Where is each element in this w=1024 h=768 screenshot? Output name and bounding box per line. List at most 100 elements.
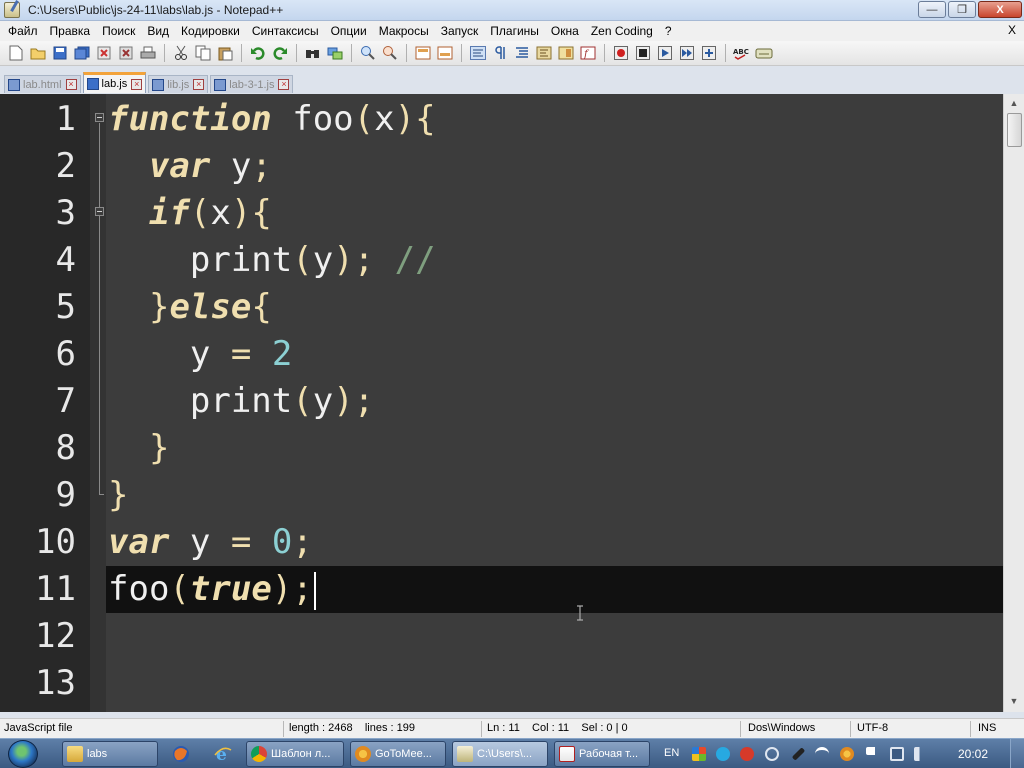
menu-plugins[interactable]: Плагины xyxy=(484,24,545,38)
start-button[interactable] xyxy=(8,740,38,768)
link-icon[interactable] xyxy=(765,747,779,761)
spell-check-auto-icon[interactable] xyxy=(754,43,774,63)
minimize-button[interactable]: — xyxy=(918,1,946,18)
scroll-up-icon[interactable]: ▲ xyxy=(1007,96,1021,110)
scroll-down-icon[interactable]: ▼ xyxy=(1007,694,1021,708)
save-icon[interactable] xyxy=(50,43,70,63)
zoom-in-icon[interactable] xyxy=(358,43,378,63)
close-document-button[interactable]: X xyxy=(1008,23,1016,37)
tab-close-icon[interactable]: × xyxy=(193,79,205,90)
word-wrap-icon[interactable] xyxy=(468,43,488,63)
user-lang-icon[interactable] xyxy=(534,43,554,63)
run-macro-multiple-icon[interactable] xyxy=(677,43,697,63)
code-line[interactable]: 6 y = 2 xyxy=(0,331,1003,378)
flag-icon[interactable] xyxy=(866,747,880,755)
replace-icon[interactable] xyxy=(325,43,345,63)
maximize-button[interactable]: ❐ xyxy=(948,1,976,18)
tab-lab-js[interactable]: lab.js × xyxy=(82,72,147,93)
menu-view[interactable]: Вид xyxy=(141,24,175,38)
code-line[interactable]: 8 } xyxy=(0,425,1003,472)
play-macro-icon[interactable] xyxy=(655,43,675,63)
monitor-icon[interactable] xyxy=(890,747,904,761)
zoom-out-icon[interactable] xyxy=(380,43,400,63)
indent-guide-icon[interactable] xyxy=(512,43,532,63)
tab-close-icon[interactable]: × xyxy=(131,78,143,90)
menu-file[interactable]: Файл xyxy=(2,24,44,38)
code-line[interactable]: 9} xyxy=(0,472,1003,519)
sync-vertical-icon[interactable] xyxy=(413,43,433,63)
taskbar-pdf[interactable]: Рабочая т... xyxy=(554,741,650,767)
print-icon[interactable] xyxy=(138,43,158,63)
spell-check-icon[interactable]: ABC xyxy=(732,43,752,63)
input-language-indicator[interactable]: EN xyxy=(664,747,679,759)
scroll-thumb[interactable] xyxy=(1007,113,1022,147)
menu-search[interactable]: Поиск xyxy=(96,24,141,38)
menu-help[interactable]: ? xyxy=(659,24,678,38)
menu-run[interactable]: Запуск xyxy=(435,24,485,38)
win-flag-icon[interactable] xyxy=(692,747,706,761)
flower-icon[interactable] xyxy=(840,747,854,761)
clock[interactable]: 20:02 xyxy=(958,747,988,761)
code-text: foo xyxy=(271,99,354,139)
save-macro-icon[interactable] xyxy=(699,43,719,63)
network-wifi-icon[interactable] xyxy=(815,747,829,761)
code-line[interactable]: 1 function foo(x){ xyxy=(0,96,1003,143)
code-line[interactable]: 13 xyxy=(0,660,1003,707)
cut-icon[interactable] xyxy=(171,43,191,63)
volume-icon[interactable] xyxy=(914,747,928,761)
code-editor[interactable]: 1 function foo(x){2 var y; 3 if(x){4 print… xyxy=(0,94,1003,712)
code-line[interactable]: 11 foo(true); xyxy=(0,566,1003,613)
menu-edit[interactable]: Правка xyxy=(44,24,97,38)
code-line[interactable]: 2 var y; xyxy=(0,143,1003,190)
ie-icon[interactable]: e xyxy=(210,741,236,767)
redo-icon[interactable] xyxy=(270,43,290,63)
function-list-icon[interactable]: f xyxy=(578,43,598,63)
copy-icon[interactable] xyxy=(193,43,213,63)
undo-icon[interactable] xyxy=(248,43,268,63)
close-all-icon[interactable] xyxy=(116,43,136,63)
paste-icon[interactable] xyxy=(215,43,235,63)
toolbar: f ABC xyxy=(0,41,1024,66)
vertical-scrollbar[interactable]: ▲ ▼ xyxy=(1003,94,1024,712)
menu-settings[interactable]: Опции xyxy=(325,24,373,38)
code-line[interactable]: 5 }else{ xyxy=(0,284,1003,331)
code-line[interactable]: 10 var y = 0; xyxy=(0,519,1003,566)
taskbar-gotomeeting[interactable]: GoToMee... xyxy=(350,741,446,767)
tab-lab-3-1-js[interactable]: lab-3-1.js × xyxy=(210,75,294,93)
tab-close-icon[interactable]: × xyxy=(278,79,290,90)
taskbar-notepadpp[interactable]: C:\Users\... xyxy=(452,741,548,767)
antivirus-icon[interactable] xyxy=(740,747,754,761)
stop-macro-icon[interactable] xyxy=(633,43,653,63)
open-file-icon[interactable] xyxy=(28,43,48,63)
code-line[interactable]: 4 print(y); // xyxy=(0,237,1003,284)
code-line[interactable]: 7 print(y); xyxy=(0,378,1003,425)
tab-close-icon[interactable]: × xyxy=(65,79,77,90)
tab-lab-html[interactable]: lab.html × xyxy=(4,75,81,93)
show-desktop-button[interactable] xyxy=(1010,739,1024,768)
record-macro-icon[interactable] xyxy=(611,43,631,63)
taskbar-labs[interactable]: labs xyxy=(62,741,158,767)
folder-icon xyxy=(67,746,83,762)
code-line[interactable]: 3 if(x){ xyxy=(0,190,1003,237)
save-all-icon[interactable] xyxy=(72,43,92,63)
code-line[interactable]: 12 xyxy=(0,613,1003,660)
find-icon[interactable] xyxy=(303,43,323,63)
new-file-icon[interactable] xyxy=(6,43,26,63)
sync-horizontal-icon[interactable] xyxy=(435,43,455,63)
firefox-icon[interactable] xyxy=(168,741,194,767)
menu-zen-coding[interactable]: Zen Coding xyxy=(585,24,659,38)
tab-lib-js[interactable]: lib.js × xyxy=(148,75,209,93)
code-content: } xyxy=(106,472,1003,519)
all-chars-icon[interactable] xyxy=(490,43,510,63)
skype-icon[interactable] xyxy=(716,747,730,761)
menu-macro[interactable]: Макросы xyxy=(373,24,435,38)
menu-encoding[interactable]: Кодировки xyxy=(175,24,246,38)
doc-map-icon[interactable] xyxy=(556,43,576,63)
close-icon[interactable] xyxy=(94,43,114,63)
taskbar-chrome[interactable]: Шаблон л... xyxy=(246,741,344,767)
code-comment: // xyxy=(394,240,436,280)
menu-window[interactable]: Окна xyxy=(545,24,585,38)
close-button[interactable]: X xyxy=(978,1,1022,18)
menu-language[interactable]: Синтаксисы xyxy=(246,24,325,38)
tool-icon[interactable] xyxy=(791,747,806,761)
